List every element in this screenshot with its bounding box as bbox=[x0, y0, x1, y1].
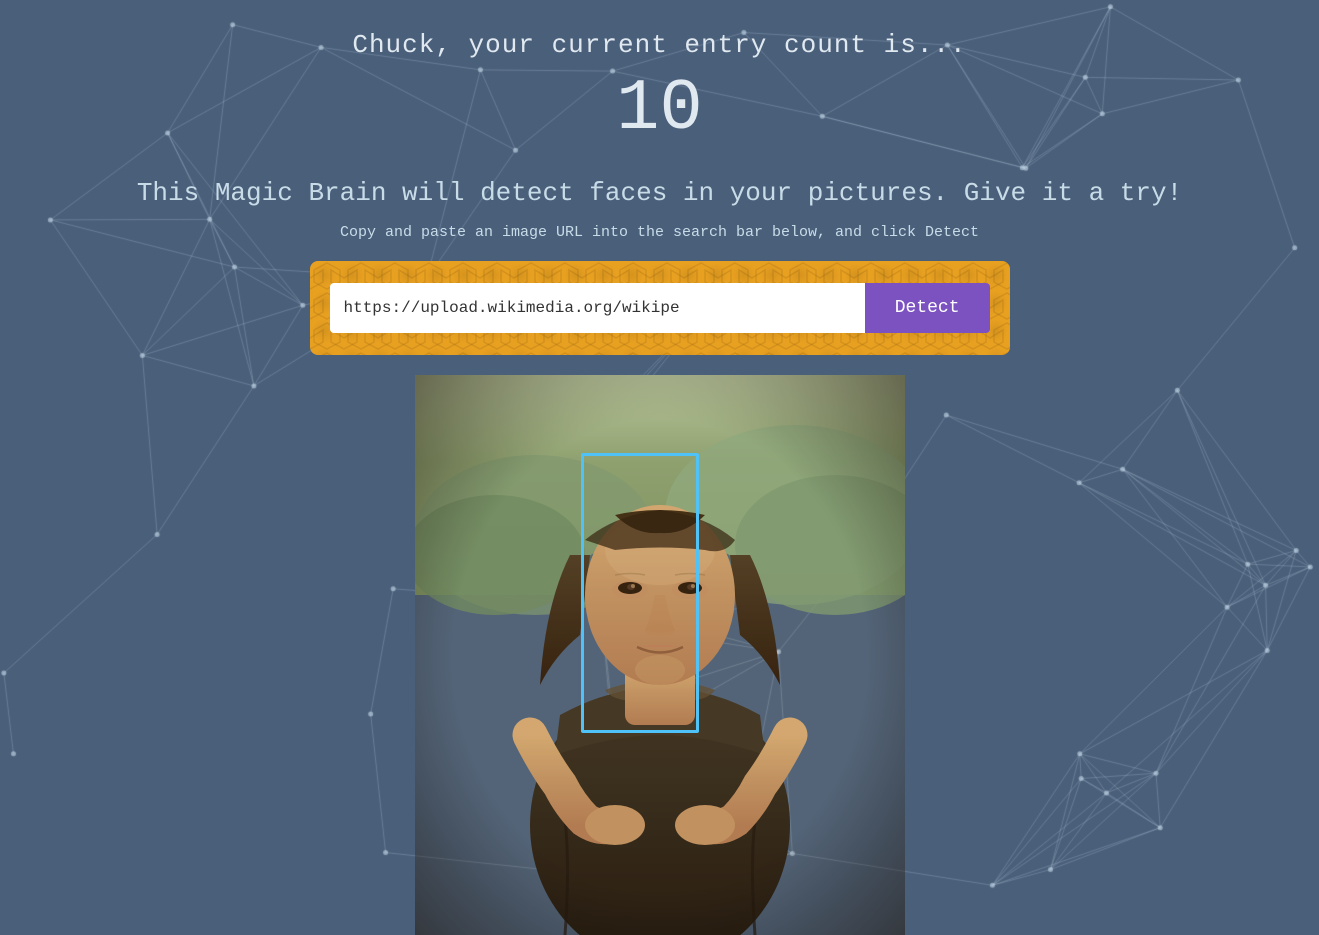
instructions: Copy and paste an image URL into the sea… bbox=[340, 224, 979, 241]
entry-count-number: 10 bbox=[616, 68, 702, 150]
search-container: Detect bbox=[310, 261, 1010, 355]
image-container bbox=[415, 375, 905, 935]
entry-count-label: Chuck, your current entry count is... bbox=[352, 30, 966, 60]
subtitle: This Magic Brain will detect faces in yo… bbox=[137, 178, 1182, 208]
face-detection-box bbox=[581, 453, 699, 733]
detect-button[interactable]: Detect bbox=[865, 283, 990, 333]
search-input[interactable] bbox=[330, 283, 865, 333]
